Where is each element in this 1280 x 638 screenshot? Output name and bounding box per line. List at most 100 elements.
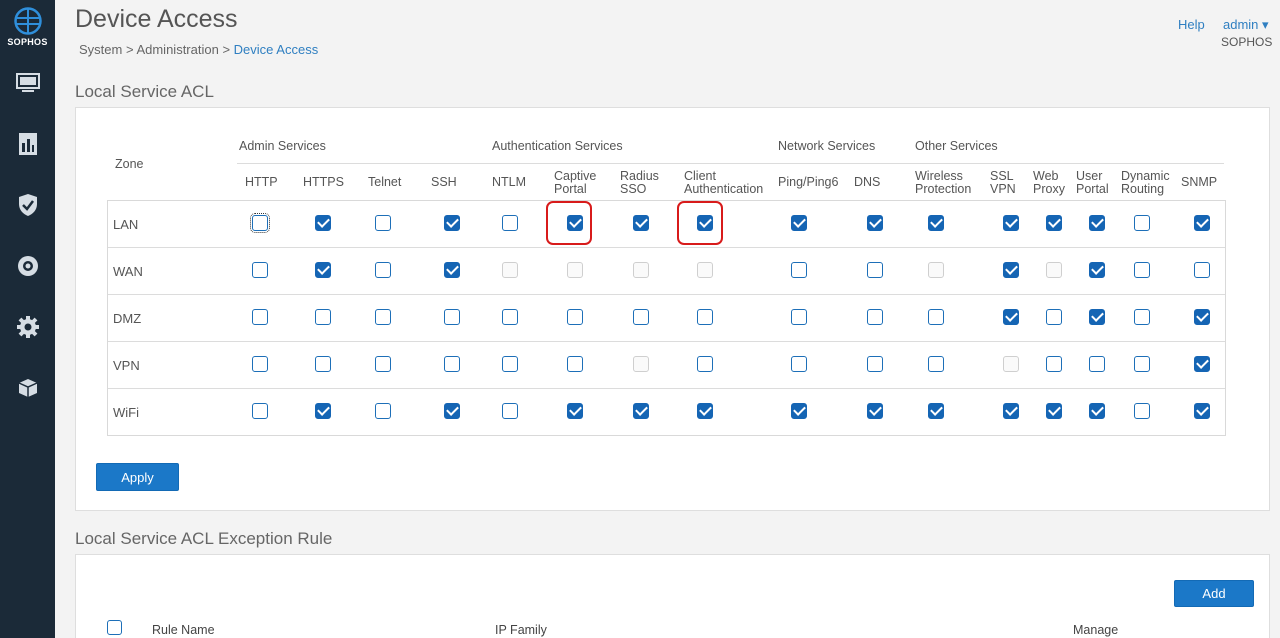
acl-checkbox[interactable] xyxy=(1003,309,1019,325)
acl-checkbox[interactable] xyxy=(252,309,268,325)
acl-checkbox[interactable] xyxy=(252,403,268,419)
acl-checkbox[interactable] xyxy=(315,356,331,372)
acl-checkbox[interactable] xyxy=(250,213,270,233)
acl-checkbox[interactable] xyxy=(1089,403,1105,419)
acl-checkbox[interactable] xyxy=(633,309,649,325)
acl-checkbox[interactable] xyxy=(1134,262,1150,278)
acl-checkbox xyxy=(1046,262,1062,278)
acl-checkbox[interactable] xyxy=(867,403,883,419)
system-icon[interactable] xyxy=(14,313,42,341)
acl-checkbox[interactable] xyxy=(928,356,944,372)
column-header: Dynamic Routing xyxy=(1121,170,1170,196)
acl-checkbox[interactable] xyxy=(502,403,518,419)
acl-checkbox[interactable] xyxy=(1046,309,1062,325)
ip-family-header[interactable]: IP Family xyxy=(495,623,547,637)
acl-checkbox[interactable] xyxy=(791,356,807,372)
acl-checkbox[interactable] xyxy=(928,215,944,231)
apply-button[interactable]: Apply xyxy=(96,463,179,491)
acl-checkbox[interactable] xyxy=(567,403,583,419)
zone-label: DMZ xyxy=(113,311,142,326)
acl-checkbox[interactable] xyxy=(502,215,518,231)
acl-checkbox[interactable] xyxy=(315,262,331,278)
acl-checkbox[interactable] xyxy=(252,356,268,372)
acl-checkbox[interactable] xyxy=(444,309,460,325)
acl-checkbox[interactable] xyxy=(375,356,391,372)
acl-checkbox[interactable] xyxy=(791,309,807,325)
acl-checkbox[interactable] xyxy=(444,403,460,419)
acl-checkbox xyxy=(633,356,649,372)
protect-icon[interactable] xyxy=(14,191,42,219)
acl-checkbox[interactable] xyxy=(502,356,518,372)
breadcrumb-administration[interactable]: Administration xyxy=(136,42,218,57)
breadcrumb-current[interactable]: Device Access xyxy=(234,42,319,57)
acl-checkbox[interactable] xyxy=(502,309,518,325)
column-header: Radius SSO xyxy=(620,170,659,196)
acl-checkbox[interactable] xyxy=(1089,215,1105,231)
rule-name-header[interactable]: Rule Name xyxy=(152,623,215,637)
acl-checkbox[interactable] xyxy=(867,309,883,325)
acl-checkbox[interactable] xyxy=(1134,403,1150,419)
acl-checkbox[interactable] xyxy=(1046,356,1062,372)
acl-checkbox[interactable] xyxy=(1194,403,1210,419)
acl-checkbox[interactable] xyxy=(867,356,883,372)
column-header: Telnet xyxy=(368,176,401,189)
acl-checkbox[interactable] xyxy=(375,262,391,278)
acl-checkbox[interactable] xyxy=(928,403,944,419)
acl-checkbox[interactable] xyxy=(1003,403,1019,419)
acl-checkbox[interactable] xyxy=(1134,215,1150,231)
acl-checkbox[interactable] xyxy=(315,215,331,231)
acl-checkbox[interactable] xyxy=(444,262,460,278)
acl-checkbox[interactable] xyxy=(697,309,713,325)
column-header-line: Ping/Ping6 xyxy=(778,175,839,189)
acl-checkbox[interactable] xyxy=(1089,309,1105,325)
monitor-icon[interactable] xyxy=(14,69,42,97)
column-header-line: HTTP xyxy=(245,175,278,189)
add-button[interactable]: Add xyxy=(1174,580,1254,607)
acl-checkbox[interactable] xyxy=(1003,262,1019,278)
breadcrumb-system[interactable]: System xyxy=(79,42,122,57)
acl-checkbox[interactable] xyxy=(315,403,331,419)
acl-checkbox[interactable] xyxy=(633,215,649,231)
acl-checkbox[interactable] xyxy=(1089,262,1105,278)
acl-checkbox[interactable] xyxy=(1134,356,1150,372)
reports-icon[interactable] xyxy=(14,130,42,158)
acl-checkbox[interactable] xyxy=(1194,215,1210,231)
acl-checkbox[interactable] xyxy=(928,309,944,325)
column-header: HTTP xyxy=(245,176,278,189)
admin-menu[interactable]: admin ▾ xyxy=(1223,17,1269,33)
acl-checkbox[interactable] xyxy=(1003,215,1019,231)
configure-icon[interactable] xyxy=(14,252,42,280)
acl-checkbox[interactable] xyxy=(1194,262,1210,278)
packages-icon[interactable] xyxy=(14,374,42,402)
acl-checkbox[interactable] xyxy=(567,356,583,372)
acl-checkbox[interactable] xyxy=(697,403,713,419)
acl-checkbox xyxy=(567,262,583,278)
acl-checkbox[interactable] xyxy=(315,309,331,325)
acl-checkbox[interactable] xyxy=(375,403,391,419)
acl-checkbox[interactable] xyxy=(697,356,713,372)
column-header-line: DNS xyxy=(854,175,881,189)
acl-checkbox[interactable] xyxy=(444,356,460,372)
acl-checkbox[interactable] xyxy=(444,215,460,231)
acl-checkbox[interactable] xyxy=(1134,309,1150,325)
acl-checkbox[interactable] xyxy=(791,262,807,278)
acl-checkbox[interactable] xyxy=(375,215,391,231)
acl-checkbox[interactable] xyxy=(1194,309,1210,325)
sophos-logo[interactable]: SOPHOS xyxy=(0,6,55,47)
acl-checkbox[interactable] xyxy=(867,215,883,231)
acl-checkbox[interactable] xyxy=(867,262,883,278)
acl-checkbox[interactable] xyxy=(567,309,583,325)
column-header-line: Routing xyxy=(1121,182,1165,196)
acl-checkbox[interactable] xyxy=(791,215,807,231)
acl-checkbox[interactable] xyxy=(375,309,391,325)
acl-checkbox[interactable] xyxy=(1089,356,1105,372)
acl-checkbox[interactable] xyxy=(1046,403,1062,419)
help-link[interactable]: Help xyxy=(1178,17,1205,32)
acl-checkbox[interactable] xyxy=(791,403,807,419)
acl-checkbox[interactable] xyxy=(1046,215,1062,231)
acl-checkbox[interactable] xyxy=(633,403,649,419)
select-all-checkbox[interactable] xyxy=(107,620,122,635)
column-header-line: Proxy xyxy=(1033,182,1065,196)
acl-checkbox[interactable] xyxy=(252,262,268,278)
acl-checkbox[interactable] xyxy=(1194,356,1210,372)
